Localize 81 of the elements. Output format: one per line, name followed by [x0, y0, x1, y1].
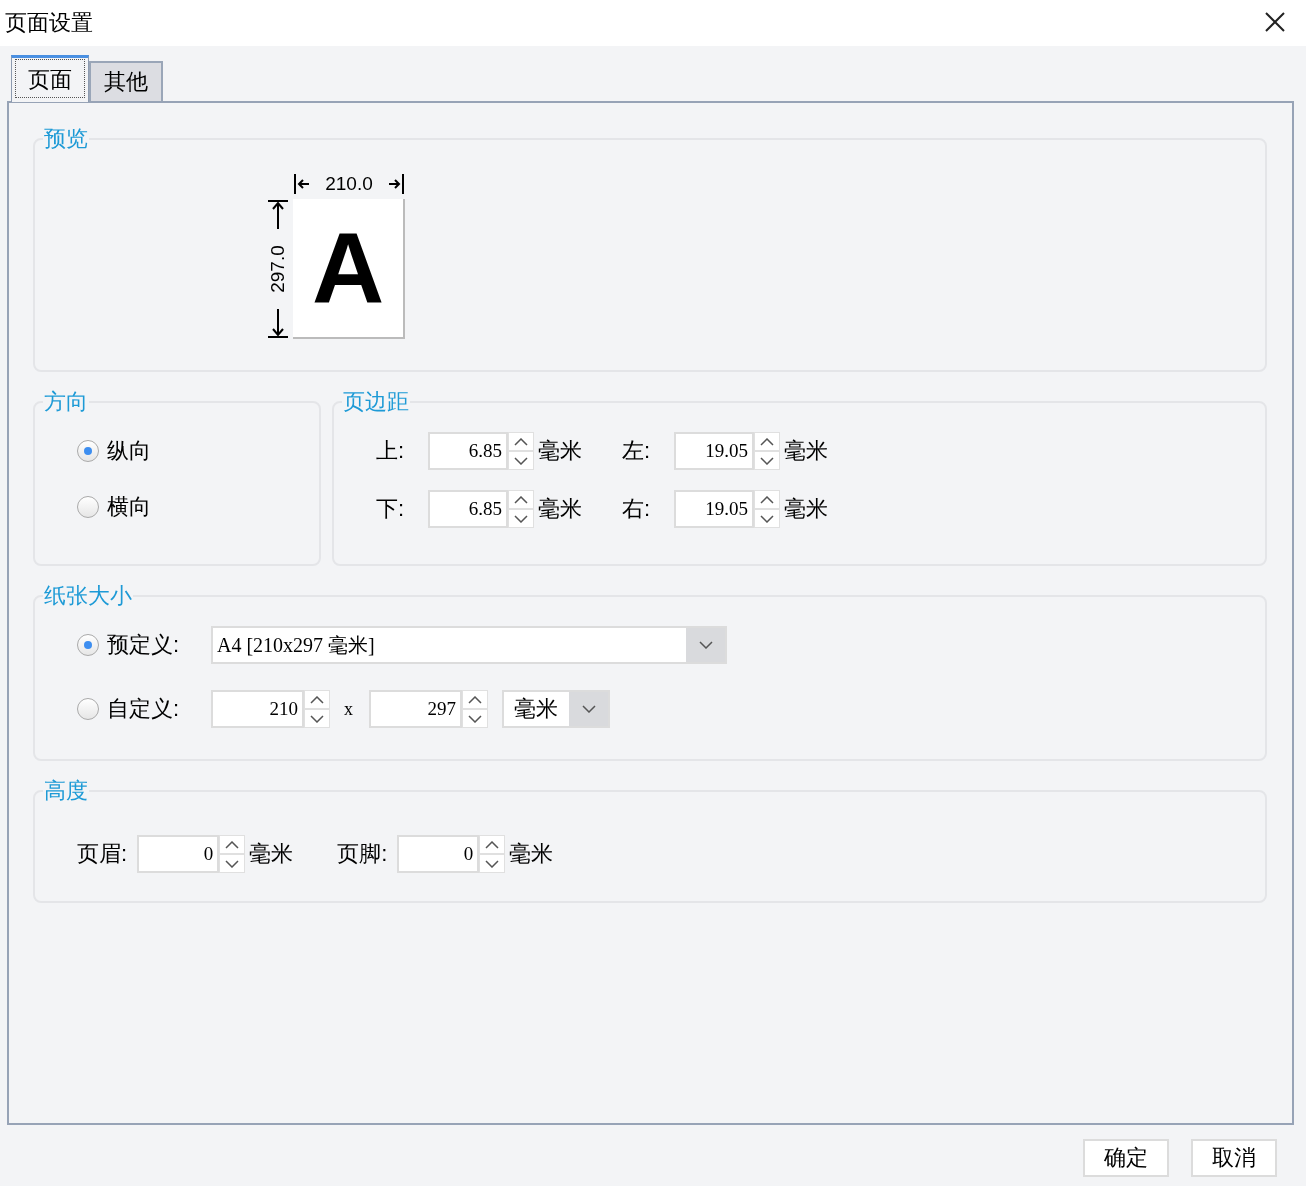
radio-button[interactable] — [77, 698, 99, 720]
chevron-down-icon — [698, 641, 713, 649]
group-legend: 预览 — [43, 127, 89, 151]
chevron-down-icon — [581, 705, 596, 713]
spin-up-button[interactable] — [754, 432, 780, 451]
unit-label: 毫米 — [538, 495, 582, 523]
field-label: 左: — [622, 437, 652, 465]
radio-label: 横向 — [107, 493, 151, 521]
spin-down-button[interactable] — [754, 509, 780, 528]
field-label: 下: — [376, 495, 406, 523]
arrow-down-icon — [266, 307, 290, 339]
spin-down-button[interactable] — [508, 509, 534, 528]
group-legend: 纸张大小 — [43, 584, 133, 608]
unit-label: 毫米 — [509, 840, 554, 868]
spin-up-button[interactable] — [304, 690, 330, 709]
spin-up-button[interactable] — [479, 835, 506, 854]
group-legend: 页边距 — [342, 390, 410, 414]
chevron-down-icon — [760, 456, 774, 465]
unit-label: 毫米 — [538, 437, 582, 465]
close-icon — [1264, 11, 1286, 33]
radio-label: 预定义: — [107, 631, 181, 659]
radio-label: 自定义: — [107, 695, 181, 723]
radio-button[interactable] — [77, 496, 99, 518]
field-label: 页眉: — [77, 840, 128, 868]
number-field[interactable]: 19.05 — [674, 490, 754, 528]
number-field[interactable]: 6.85 — [428, 432, 508, 470]
field-label: 右: — [622, 495, 652, 523]
number-field[interactable]: 0 — [137, 835, 220, 873]
paper-size-dropdown[interactable]: A4 [210x297 毫米] — [211, 626, 727, 664]
radio-button[interactable] — [77, 440, 99, 462]
chevron-down-icon — [514, 456, 528, 465]
chevron-up-icon — [225, 840, 240, 849]
tab[interactable]: 页面 — [11, 55, 89, 102]
spin-down-button[interactable] — [754, 451, 780, 470]
spin-down-button[interactable] — [479, 854, 506, 873]
radio-label: 纵向 — [107, 437, 151, 465]
spin-up-button[interactable] — [508, 490, 534, 509]
preview-letter: A — [311, 210, 385, 326]
spin-up-button[interactable] — [508, 432, 534, 451]
width-label: 210.0 — [325, 173, 373, 195]
unit-label: 毫米 — [249, 840, 294, 868]
chevron-up-icon — [485, 840, 500, 849]
height-label: 297.0 — [267, 245, 289, 293]
number-field[interactable]: 6.85 — [428, 490, 508, 528]
spin-down-button[interactable] — [508, 451, 534, 470]
group-legend: 高度 — [43, 779, 89, 803]
number-field[interactable]: 19.05 — [674, 432, 754, 470]
chevron-down-icon — [225, 859, 240, 868]
chevron-down-icon — [514, 514, 528, 523]
tab[interactable]: 其他 — [89, 61, 163, 101]
dialog-button[interactable]: 取消 — [1191, 1139, 1277, 1177]
chevron-down-icon — [468, 714, 482, 723]
chevron-down-icon — [760, 514, 774, 523]
window-title: 页面设置 — [5, 9, 93, 37]
chevron-up-icon — [514, 495, 528, 504]
spin-up-button[interactable] — [219, 835, 246, 854]
chevron-up-icon — [760, 437, 774, 446]
field-label: 上: — [376, 437, 406, 465]
number-field[interactable]: 297 — [369, 690, 462, 728]
chevron-down-icon — [310, 714, 324, 723]
group-legend: 方向 — [43, 390, 89, 414]
chevron-up-icon — [514, 437, 528, 446]
chevron-down-icon — [485, 859, 500, 868]
radio-button[interactable] — [77, 634, 99, 656]
chevron-up-icon — [310, 695, 324, 704]
spin-up-button[interactable] — [462, 690, 488, 709]
chevron-up-icon — [760, 495, 774, 504]
number-field[interactable]: 0 — [397, 835, 480, 873]
dialog-button[interactable]: 确定 — [1083, 1139, 1169, 1177]
spin-up-button[interactable] — [754, 490, 780, 509]
spin-down-button[interactable] — [462, 709, 488, 728]
spin-down-button[interactable] — [304, 709, 330, 728]
spin-down-button[interactable] — [219, 854, 246, 873]
unit-label: 毫米 — [784, 437, 828, 465]
unit-label: 毫米 — [784, 495, 828, 523]
unit-dropdown[interactable]: 毫米 — [502, 690, 610, 728]
chevron-up-icon — [468, 695, 482, 704]
number-field[interactable]: 210 — [211, 690, 304, 728]
arrow-up-icon — [266, 199, 290, 231]
field-label: 页脚: — [337, 840, 388, 868]
separator-label: x — [344, 698, 353, 720]
